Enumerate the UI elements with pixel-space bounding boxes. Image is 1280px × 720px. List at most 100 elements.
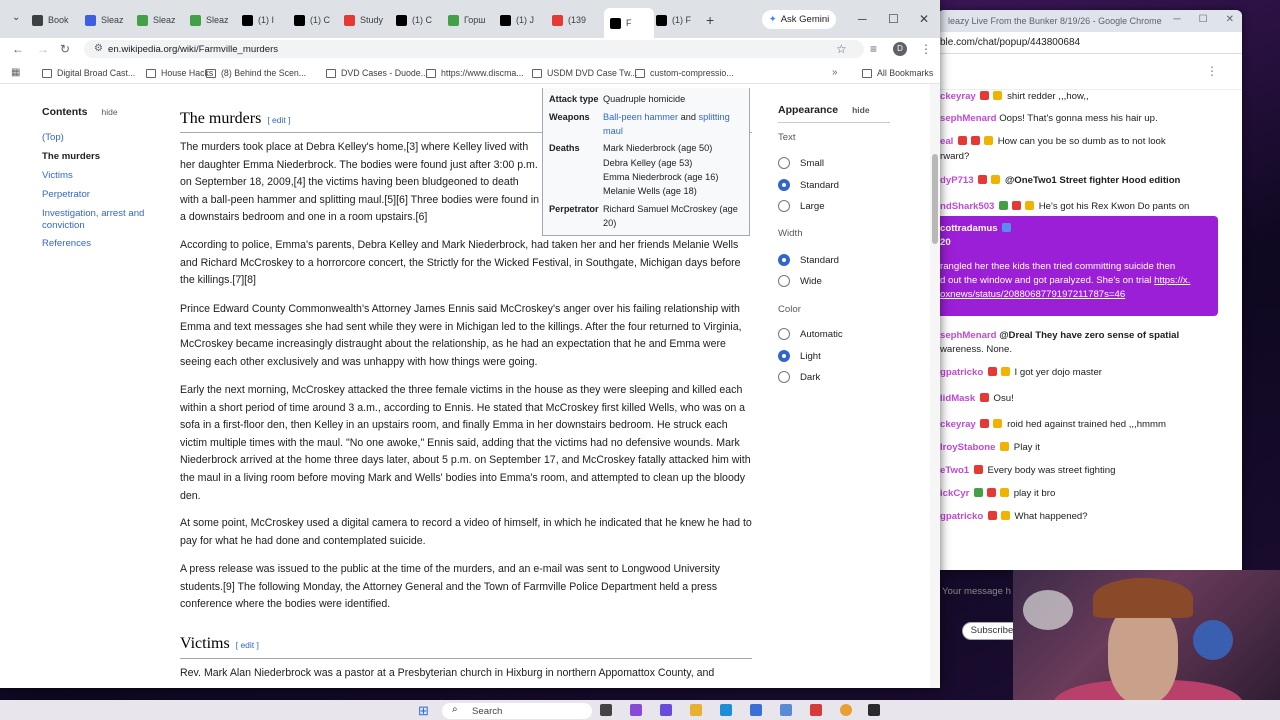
apps-icon[interactable]: ▦ xyxy=(11,67,20,78)
forward-icon[interactable]: → xyxy=(37,42,49,56)
color-dark[interactable]: Dark xyxy=(778,371,820,383)
paragraph: Prince Edward County Commonwealth's Atto… xyxy=(180,303,742,368)
browser-tab[interactable]: (139 xyxy=(552,10,598,30)
tab-label: Sleaz xyxy=(206,15,229,25)
bookmark-item[interactable]: (8) Behind the Scen... xyxy=(206,68,306,78)
browser-tab[interactable]: Sleaz xyxy=(137,10,183,30)
chat-message: ickCyr play it bro xyxy=(940,488,1056,499)
appearance-hide-button[interactable]: hide xyxy=(848,105,873,115)
minimize-icon[interactable]: ─ xyxy=(1174,14,1181,25)
more-icon[interactable]: ⋮ xyxy=(1206,64,1218,78)
text-size-label: Text xyxy=(778,132,796,143)
minimize-icon[interactable]: ─ xyxy=(858,12,867,26)
address-bar[interactable]: en.wikipedia.org/wiki/Farmville_murders xyxy=(84,40,864,58)
browser-tab[interactable]: Study xyxy=(344,10,390,30)
browser-tab[interactable]: Book xyxy=(32,10,78,30)
browser-tab[interactable]: (1) C xyxy=(396,10,442,30)
chat-message: ckeyray roid hed against trained hed ,,,… xyxy=(940,419,1167,430)
bookmark-item[interactable]: Digital Broad Cast... xyxy=(42,68,135,78)
bookmark-item[interactable]: DVD Cases - Duode... xyxy=(326,68,428,78)
appearance-title: Appearance xyxy=(778,104,839,116)
chat-link[interactable]: oxnews/status/2088068779197211787s=46 xyxy=(940,289,1125,300)
width-wide[interactable]: Wide xyxy=(778,275,822,287)
width-standard[interactable]: Standard xyxy=(778,254,839,266)
app-icon[interactable] xyxy=(780,704,792,716)
chat-url[interactable]: ble.com/chat/popup/443800684 xyxy=(938,32,1242,54)
browser-tab[interactable]: (1) I xyxy=(242,10,288,30)
tab-search-icon[interactable]: ⌄ xyxy=(12,12,20,23)
text-size-standard[interactable]: Standard xyxy=(778,179,839,191)
chat-message: gpatricko I got yer dojo master xyxy=(940,367,1102,378)
browser-tab[interactable]: Горш xyxy=(448,10,494,30)
bookmark-item[interactable]: USDM DVD Case Tw... xyxy=(532,68,637,78)
ask-gemini-button[interactable]: ✦ Ask Gemini xyxy=(762,10,836,29)
table-of-contents: Contents hide (Top) The murders Victims P… xyxy=(42,104,152,249)
tab-favicon-icon xyxy=(448,14,459,26)
color-light[interactable]: Light xyxy=(778,350,821,362)
folder-icon[interactable] xyxy=(690,704,702,716)
app-icon[interactable] xyxy=(660,704,672,716)
app-icon[interactable] xyxy=(750,704,762,716)
more-bookmarks-icon[interactable]: » xyxy=(832,67,838,78)
reload-icon[interactable]: ↻ xyxy=(60,42,70,56)
infobox-value: Melanie Wells (age 18) xyxy=(603,186,697,196)
browser-tab[interactable]: F xyxy=(604,8,654,38)
chat-message: eTwo1 Every body was street fighting xyxy=(940,465,1116,476)
browser-tab[interactable]: (1) C xyxy=(294,10,340,30)
toc-item-top[interactable]: (Top) xyxy=(42,132,157,144)
menu-icon[interactable]: ⋮ xyxy=(920,42,932,56)
chat-message: ckeyray shirt redder ,,,how,, xyxy=(940,91,1089,102)
infobox-value: Debra Kelley (age 53) xyxy=(603,158,693,168)
edge-icon[interactable] xyxy=(720,704,732,716)
maximize-icon[interactable]: ☐ xyxy=(1199,14,1208,25)
toc-item-references[interactable]: References xyxy=(42,238,157,250)
tab-favicon-icon xyxy=(32,14,43,26)
bookmark-icon xyxy=(532,68,542,78)
bookmark-star-icon[interactable]: ☆ xyxy=(836,42,847,56)
text-size-small[interactable]: Small xyxy=(778,157,824,169)
extensions-icon[interactable]: ≡ xyxy=(870,42,877,56)
profile-avatar[interactable]: D xyxy=(893,42,907,56)
start-icon[interactable]: ⊞ xyxy=(418,703,429,719)
chat-link[interactable]: https://x. xyxy=(1154,275,1190,286)
bookmark-item[interactable]: https://www.discma... xyxy=(426,68,524,78)
bookmark-item[interactable]: custom-compressio... xyxy=(635,68,734,78)
text-size-large[interactable]: Large xyxy=(778,200,825,212)
edit-link[interactable]: edit xyxy=(240,640,254,650)
scrollbar[interactable] xyxy=(930,84,940,688)
toc-item-investigation[interactable]: Investigation, arrest and conviction xyxy=(42,208,157,232)
close-icon[interactable]: ✕ xyxy=(1226,14,1234,25)
tab-favicon-icon xyxy=(137,14,148,26)
new-tab-button[interactable]: + xyxy=(706,10,714,30)
site-info-icon[interactable]: ⚙ xyxy=(94,43,103,54)
browser-tab[interactable]: Sleaz xyxy=(85,10,131,30)
infobox-conjunction: and xyxy=(680,112,696,122)
taskview-icon[interactable] xyxy=(600,704,612,716)
search-icon: ⌕ xyxy=(452,704,458,715)
toc-item-murders[interactable]: The murders xyxy=(42,151,157,163)
infobox: Attack type Quadruple homicide Weapons B… xyxy=(542,88,750,236)
back-icon[interactable]: ← xyxy=(12,42,24,56)
app-icon[interactable] xyxy=(810,704,822,716)
toc-item-perpetrator[interactable]: Perpetrator xyxy=(42,189,157,201)
browser-tab[interactable]: (1) F xyxy=(656,10,702,30)
tab-favicon-icon xyxy=(656,14,667,26)
browser-tab[interactable]: Sleaz xyxy=(190,10,236,30)
toc-item-victims[interactable]: Victims xyxy=(42,170,157,182)
maximize-icon[interactable]: ☐ xyxy=(888,12,899,26)
browser-tab[interactable]: (1) J xyxy=(500,10,546,30)
weapon-link[interactable]: Ball-peen hammer xyxy=(603,112,678,122)
chat-input[interactable]: Your message h xyxy=(942,586,1011,597)
toc-hide-button[interactable]: hide xyxy=(98,107,122,117)
taskbar-search[interactable]: Search xyxy=(442,703,592,719)
app-icon[interactable] xyxy=(630,704,642,716)
close-icon[interactable]: ✕ xyxy=(919,12,929,26)
all-bookmarks-button[interactable]: All Bookmarks xyxy=(862,68,933,78)
chrome-icon[interactable] xyxy=(840,704,852,716)
infobox-label: Weapons xyxy=(549,112,590,122)
edit-link[interactable]: edit xyxy=(272,115,286,125)
color-automatic[interactable]: Automatic xyxy=(778,328,843,340)
bookmark-item[interactable]: House Hacks xyxy=(146,68,213,78)
chat-message: sephMenard Oops! That's gonna mess his h… xyxy=(940,113,1158,124)
app-icon[interactable] xyxy=(868,704,880,716)
